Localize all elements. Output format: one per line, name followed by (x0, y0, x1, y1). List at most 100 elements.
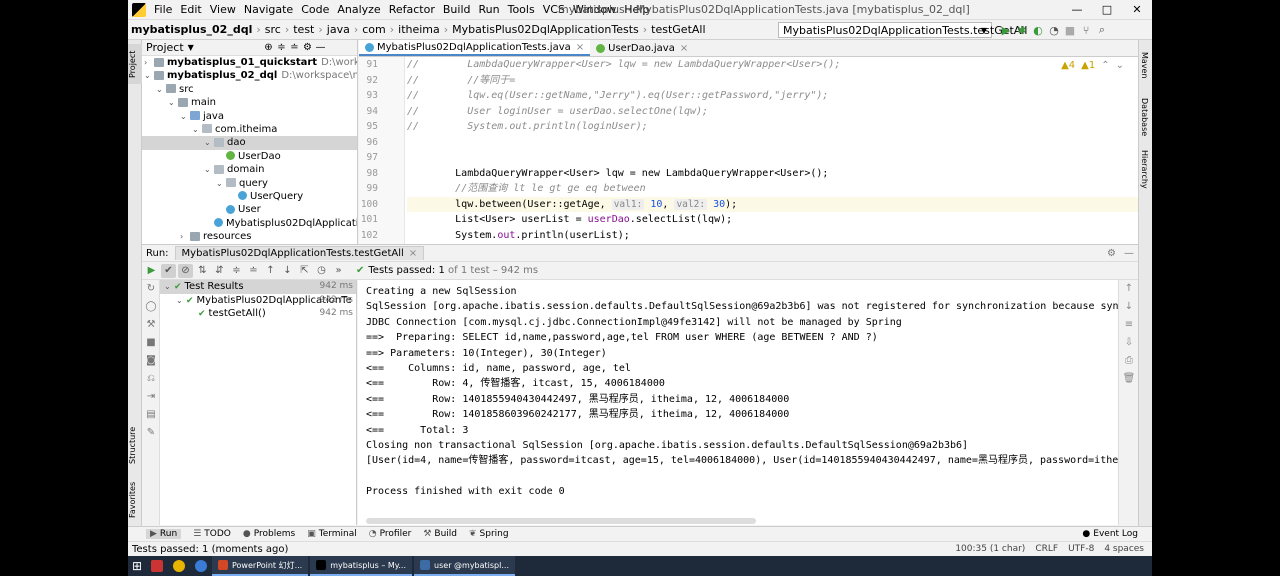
chevron-down-icon[interactable]: ⌄ (144, 69, 154, 82)
code-line[interactable]: // User loginUser = userDao.selectOne(lq… (407, 104, 1138, 120)
breadcrumb-method[interactable]: testGetAll (648, 23, 708, 36)
gear-icon[interactable]: ⚙ (1107, 248, 1116, 259)
run-icon[interactable]: ▶ (998, 24, 1014, 37)
pin-icon[interactable]: ✎ (142, 424, 160, 442)
project-tree-item[interactable]: UserQuery (142, 190, 357, 203)
project-tree-item[interactable]: › resources (142, 230, 357, 243)
coverage-icon[interactable]: ◐ (1030, 24, 1046, 37)
tool-tab-problems[interactable]: ● Problems (243, 529, 295, 539)
wrench-icon[interactable]: ⚒ (142, 316, 160, 334)
code-line[interactable]: List<User> userList = userDao.selectList… (407, 212, 1138, 228)
hide-icon[interactable]: — (1124, 248, 1134, 259)
collapse-all-icon[interactable]: ≐ (246, 264, 261, 278)
git-icon[interactable]: ⑂ (1078, 24, 1094, 37)
chrome-icon[interactable] (168, 556, 190, 576)
sort-alpha-icon[interactable]: ⇅ (195, 264, 210, 278)
rerun-failed-icon[interactable]: ↻ (142, 280, 160, 298)
code-line[interactable]: // LambdaQueryWrapper<User> lqw = new La… (407, 57, 1138, 73)
project-tree-item[interactable]: ⌄ main (142, 96, 357, 109)
chevron-down-icon[interactable]: ⌄ (204, 163, 214, 176)
project-tree-item[interactable]: ⌄ src (142, 83, 357, 96)
breadcrumb-com[interactable]: com (359, 23, 389, 36)
horizontal-scrollbar[interactable] (366, 518, 756, 524)
menu-tools[interactable]: Tools (504, 0, 539, 20)
print-icon[interactable]: ⎙ (1119, 352, 1139, 370)
console-output[interactable]: Creating a new SqlSession SqlSession [org… (358, 280, 1118, 525)
caret-position[interactable]: 100:35 (1 char) (955, 544, 1025, 554)
test-result-item[interactable]: ⌄ ✔ Test Results 942 ms (160, 280, 356, 294)
chevron-down-icon[interactable]: ⌄ (192, 123, 202, 136)
project-tool-tab[interactable]: Project (128, 44, 142, 84)
code-line[interactable] (407, 150, 1138, 166)
tool-tab-profiler[interactable]: ◔ Profiler (369, 529, 412, 539)
menu-file[interactable]: File (150, 0, 176, 20)
show-ignored-icon[interactable]: ⊘ (178, 263, 193, 278)
up-icon[interactable]: ↑ (1119, 280, 1139, 298)
breadcrumb-class[interactable]: MybatisPlus02DqlApplicationTests (449, 23, 642, 36)
expand-all-icon[interactable]: ≑ (229, 264, 244, 278)
menu-code[interactable]: Code (297, 0, 333, 20)
more-icon[interactable]: » (331, 264, 346, 278)
sort-duration-icon[interactable]: ⇵ (212, 264, 227, 278)
search-icon[interactable]: ⌕ (1094, 23, 1110, 37)
restore-icon[interactable]: ⎌ (142, 370, 160, 388)
minimize-icon[interactable]: — (1062, 0, 1092, 20)
breadcrumb-test[interactable]: test (290, 23, 317, 36)
project-tree-item[interactable]: User (142, 203, 357, 216)
tool-tab-todo[interactable]: ☰ TODO (193, 529, 231, 539)
locate-icon[interactable]: ⊕ (262, 40, 275, 56)
expand-all-icon[interactable]: ≑ (275, 40, 288, 56)
file-encoding[interactable]: UTF-8 (1068, 544, 1094, 554)
taskbar-app-icon[interactable] (146, 556, 168, 576)
exit-icon[interactable]: ⇥ (142, 388, 160, 406)
close-tab-icon[interactable]: × (680, 43, 688, 54)
stop-icon[interactable]: ■ (142, 334, 160, 352)
code-line[interactable]: // //等同于= (407, 73, 1138, 89)
project-tree-item[interactable]: ⌄ query (142, 177, 357, 190)
show-passed-icon[interactable]: ✔ (161, 263, 176, 278)
layout-icon[interactable]: ▤ (142, 406, 160, 424)
next-icon[interactable]: ↓ (280, 264, 295, 278)
collapse-all-icon[interactable]: ≐ (288, 40, 301, 56)
maven-tool-tab[interactable]: Maven (1140, 52, 1149, 79)
rerun-icon[interactable]: ▶ (144, 264, 159, 278)
chevron-down-icon[interactable]: ⌄ (176, 294, 186, 308)
project-tree-item[interactable]: ⌄ java (142, 110, 357, 123)
chevron-down-icon[interactable]: ⌄ (216, 177, 226, 190)
chevron-down-icon[interactable]: ⌄ (168, 96, 178, 109)
indent-setting[interactable]: 4 spaces (1104, 544, 1144, 554)
menu-refactor[interactable]: Refactor (385, 0, 439, 20)
test-result-item[interactable]: ✔ testGetAll() 942 ms (160, 307, 356, 321)
project-tree-item[interactable]: › mybatisplus_01_quickstartD:\workspace\m (142, 56, 357, 69)
code-area[interactable]: // LambdaQueryWrapper<User> lqw = new La… (407, 57, 1138, 244)
close-icon[interactable]: ✕ (1122, 0, 1152, 20)
run-configuration-select[interactable]: MybatisPlus02DqlApplicationTests.testGet… (778, 22, 1027, 38)
trash-icon[interactable]: 🗑 (1119, 370, 1139, 388)
stop-icon[interactable]: ■ (1062, 24, 1078, 37)
soft-wrap-icon[interactable]: ≡ (1119, 316, 1139, 334)
project-panel-title[interactable]: Project (146, 41, 184, 54)
tab-tests-java[interactable]: MybatisPlus02DqlApplicationTests.java × (359, 40, 591, 56)
menu-analyze[interactable]: Analyze (333, 0, 384, 20)
gear-icon[interactable]: ⚙ (301, 40, 314, 56)
breadcrumb-src[interactable]: src (262, 23, 284, 36)
menu-view[interactable]: View (206, 0, 240, 20)
tool-tab-spring[interactable]: ❦ Spring (469, 529, 509, 539)
run-tab[interactable]: MybatisPlus02DqlApplicationTests.testGet… (174, 246, 425, 260)
code-line[interactable]: // System.out.println(loginUser); (407, 119, 1138, 135)
test-result-item[interactable]: ⌄ ✔ MybatisPlus02DqlApplicationTe 942 ms (160, 294, 356, 308)
menu-navigate[interactable]: Navigate (240, 0, 297, 20)
code-line[interactable]: lqw.between(User::getAge, val1: 10, val2… (407, 196, 1138, 212)
code-line[interactable] (407, 135, 1138, 151)
project-tree-item[interactable]: ⌄ com.itheima (142, 123, 357, 136)
breadcrumb-project[interactable]: mybatisplus_02_dql (128, 23, 255, 36)
profile-icon[interactable]: ◔ (1046, 24, 1062, 37)
down-icon[interactable]: ↓ (1119, 298, 1139, 316)
menu-build[interactable]: Build (439, 0, 475, 20)
project-tree-item[interactable]: ⌄ mybatisplus_02_dqlD:\workspace\mybatisp (142, 69, 357, 82)
chevron-down-icon[interactable]: ⌄ (164, 280, 174, 294)
taskbar-task[interactable]: PowerPoint 幻灯... (212, 556, 309, 576)
code-line[interactable]: LambdaQueryWrapper<User> lqw = new Lambd… (407, 166, 1138, 182)
maximize-icon[interactable]: □ (1092, 0, 1122, 20)
close-tab-icon[interactable]: × (409, 248, 417, 259)
